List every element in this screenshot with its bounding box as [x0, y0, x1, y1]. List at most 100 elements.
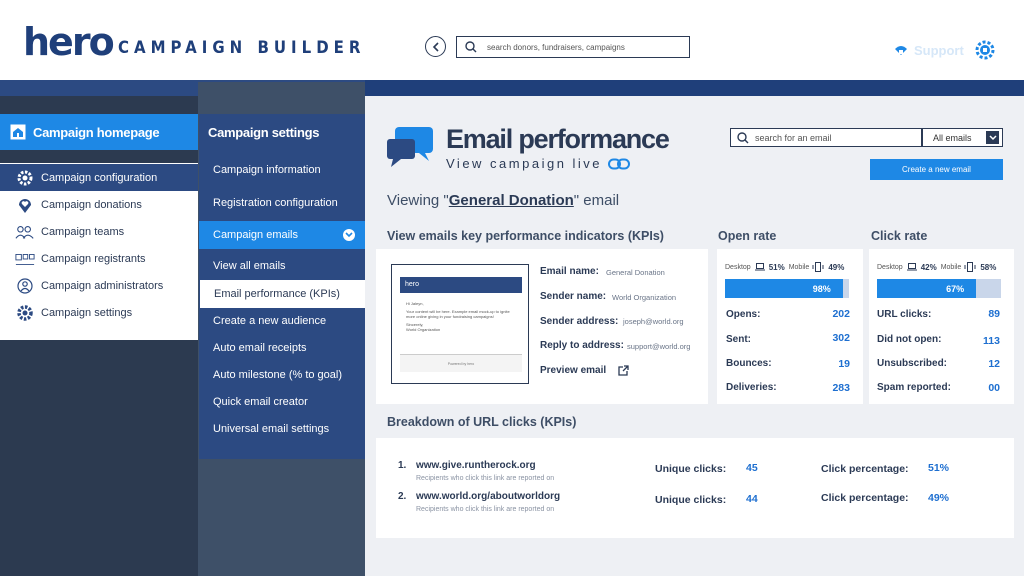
settings-item-auto-milestone[interactable]: Auto milestone (% to goal) — [199, 361, 365, 389]
url-link[interactable]: www.give.runtherock.org — [416, 460, 536, 471]
settings-item-label: Auto milestone (% to goal) — [213, 369, 343, 381]
support-link[interactable]: Support — [893, 43, 964, 58]
open-rate-heading: Open rate — [718, 229, 777, 243]
url-row-number: 1. — [398, 460, 407, 471]
chevron-down-icon — [343, 229, 355, 241]
settings-item-information[interactable]: Campaign information — [199, 156, 365, 184]
preview-text: Your content will be here. Example email… — [406, 309, 510, 319]
opens-label: Opens: — [726, 309, 761, 320]
top-bar: hero CAMPAIGN BUILDER search donors, fun… — [0, 0, 1024, 80]
preview-org: World Organization — [406, 327, 441, 332]
sidebar-item-configuration[interactable]: Campaign configuration — [0, 164, 198, 191]
open-device-split: Desktop 51% Mobile 49% — [725, 262, 848, 272]
mobile-icon — [964, 262, 976, 272]
chat-bubbles-icon — [387, 127, 435, 174]
click-device-split: Desktop 42% Mobile 58% — [877, 262, 1000, 272]
settings-item-label: Email performance (KPIs) — [214, 288, 340, 300]
sidebar-item-label: Campaign donations — [41, 198, 142, 211]
settings-item-universal-settings[interactable]: Universal email settings — [199, 415, 365, 443]
sidebar-item-registrants[interactable]: Campaign registrants — [0, 245, 198, 272]
sidebar-home[interactable]: Campaign homepage — [0, 114, 198, 150]
email-name-value: General Donation — [606, 268, 665, 277]
viewing-email-name[interactable]: General Donation — [449, 192, 574, 209]
spam-reported-value: 00 — [988, 382, 1000, 394]
sender-name-label: Sender name: — [540, 291, 607, 302]
search-icon — [737, 131, 749, 143]
opens-value: 202 — [832, 308, 850, 320]
settings-item-label: Campaign emails — [213, 229, 298, 241]
url-row-number: 2. — [398, 491, 407, 502]
team-icon — [15, 224, 35, 240]
email-preview-thumbnail[interactable]: hero Hi Jaleyn, Your content will be her… — [391, 264, 529, 384]
settings-item-label: Create a new audience — [213, 315, 327, 327]
support-label: Support — [914, 43, 964, 58]
settings-item-new-audience[interactable]: Create a new audience — [199, 307, 365, 335]
external-link-icon — [618, 365, 629, 376]
url-link[interactable]: www.world.org/aboutworldorg — [416, 491, 560, 502]
settings-heading: Campaign settings — [208, 125, 320, 140]
sidebar-home-label: Campaign homepage — [33, 124, 160, 140]
sidebar-item-label: Campaign teams — [41, 225, 125, 238]
sidebar-item-settings[interactable]: Campaign settings — [0, 299, 198, 326]
reply-address-label: Reply to address: — [540, 340, 624, 351]
settings-item-email-performance[interactable]: Email performance (KPIs) — [200, 280, 365, 308]
settings-item-registration[interactable]: Registration configuration — [199, 189, 365, 217]
unique-clicks-value: 44 — [746, 493, 758, 505]
desktop-value: 42% — [920, 262, 937, 272]
view-live-label: View campaign live — [446, 156, 603, 171]
sender-address-label: Sender address: — [540, 316, 619, 327]
heart-location-icon — [15, 196, 35, 214]
link-icon — [608, 158, 631, 169]
notification-button[interactable] — [975, 40, 995, 65]
global-search-input[interactable]: search donors, fundraisers, campaigns — [456, 36, 690, 58]
unsubscribed-value: 12 — [988, 358, 1000, 370]
url-clicks-label: URL clicks: — [877, 309, 932, 320]
url-breakdown-card — [376, 438, 1014, 538]
create-email-button[interactable]: Create a new email — [870, 159, 1003, 180]
click-rate-bar: 67% — [877, 279, 1001, 298]
back-button[interactable] — [425, 36, 446, 57]
sidebar-item-administrators[interactable]: Campaign administrators — [0, 272, 198, 299]
open-rate-bar: 98% — [725, 279, 849, 298]
did-not-open-value: 113 — [983, 335, 1000, 347]
settings-item-auto-receipts[interactable]: Auto email receipts — [199, 334, 365, 362]
bounces-value: 19 — [838, 358, 850, 370]
hero-logo[interactable]: hero — [23, 22, 115, 62]
search-icon — [465, 41, 477, 53]
registrants-icon — [15, 252, 35, 266]
url-subtext: Recipients who click this link are repor… — [416, 475, 555, 482]
preview-email-link[interactable]: Preview email — [540, 365, 629, 376]
kpi-heading: View emails key performance indicators (… — [387, 229, 664, 243]
support-icon — [895, 46, 907, 55]
unsubscribed-label: Unsubscribed: — [877, 358, 948, 369]
preview-email-label: Preview email — [540, 365, 607, 376]
settings-item-emails[interactable]: Campaign emails — [199, 221, 365, 249]
open-rate-card — [717, 249, 863, 404]
sidebar-item-label: Campaign configuration — [41, 171, 158, 184]
sender-name-value: World Organization — [612, 293, 677, 302]
email-name-label: Email name: — [540, 266, 599, 277]
settings-item-quick-email[interactable]: Quick email creator — [199, 388, 365, 416]
email-search-input[interactable]: search for an email — [730, 128, 922, 147]
settings-item-label: Auto email receipts — [213, 342, 307, 354]
mobile-value: 49% — [828, 262, 845, 272]
mobile-label: Mobile — [788, 263, 810, 271]
laptop-icon — [906, 263, 917, 271]
settings-item-label: Quick email creator — [213, 396, 308, 408]
settings-item-view-all-emails[interactable]: View all emails — [199, 252, 365, 280]
mobile-value: 58% — [980, 262, 997, 272]
unique-clicks-label: Unique clicks: — [655, 463, 727, 475]
click-rate-heading: Click rate — [871, 229, 928, 243]
mobile-label: Mobile — [940, 263, 962, 271]
click-percentage-label: Click percentage: — [821, 492, 909, 504]
home-icon — [10, 124, 26, 140]
sender-address-value: joseph@world.org — [623, 317, 684, 326]
email-filter-select[interactable]: All emails — [922, 128, 1003, 147]
viewing-suffix: " email — [573, 192, 620, 209]
sidebar-item-teams[interactable]: Campaign teams — [0, 218, 198, 245]
preview-footer: Powered by hero — [400, 354, 522, 372]
viewing-prefix: Viewing " — [387, 192, 449, 209]
sidebar-item-donations[interactable]: Campaign donations — [0, 191, 198, 218]
view-campaign-live-link[interactable]: View campaign live — [446, 156, 631, 171]
gear-cog-icon — [15, 169, 35, 187]
